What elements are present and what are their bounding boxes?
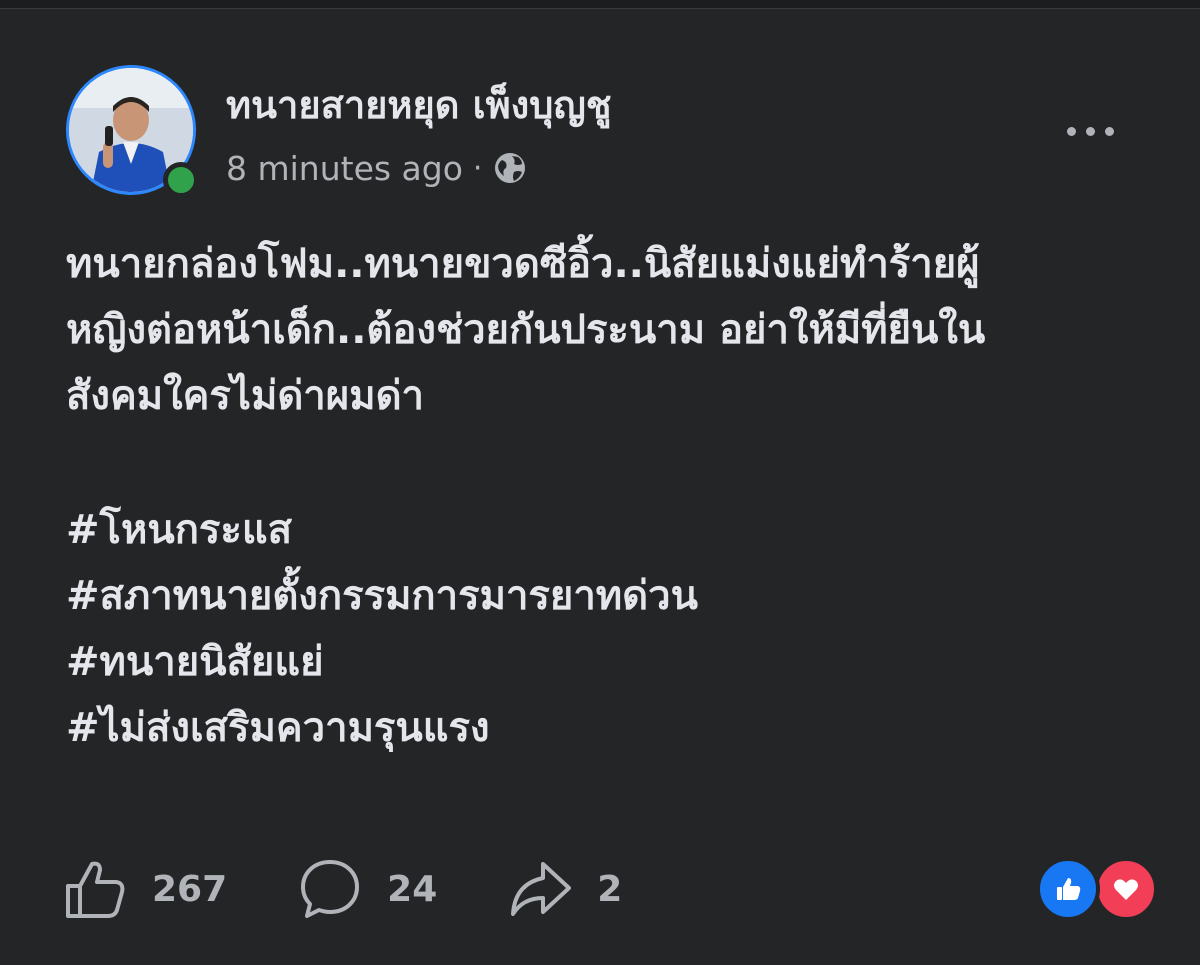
post-text: ทนายกล่องโฟม..ทนายขวดซีอิ้ว..นิสัยแม่งแย…	[66, 231, 1156, 429]
hashtag-link[interactable]: #ทนายนิสัยแย่	[66, 629, 698, 695]
hashtag-link[interactable]: #ไม่ส่งเสริมความรุนแรง	[66, 695, 698, 761]
post-text-line: สังคมใครไม่ด่าผมด่า	[66, 373, 425, 419]
comment-icon	[301, 860, 360, 918]
author-name[interactable]: ทนายสายหยุด เพ็งบุญชู	[226, 81, 612, 129]
post-text-line: ทนายกล่องโฟม..ทนายขวดซีอิ้ว..นิสัยแม่งแย…	[66, 241, 980, 287]
comment-count: 24	[387, 868, 438, 910]
post-timestamp[interactable]: 8 minutes ago	[226, 149, 463, 188]
more-options-button[interactable]	[1050, 103, 1130, 159]
globe-icon[interactable]	[492, 150, 528, 186]
post-meta: 8 minutes ago ·	[226, 147, 528, 189]
hashtag-list: #โหนกระแส #สภาทนายตั้งกรรมการมารยาทด่วน …	[66, 497, 698, 761]
online-status-indicator	[163, 162, 199, 198]
hashtag-link[interactable]: #โหนกระแส	[66, 497, 698, 563]
author-avatar-container[interactable]	[66, 65, 199, 198]
reaction-summary[interactable]	[1036, 857, 1160, 921]
more-dot	[1104, 126, 1114, 136]
like-count: 267	[152, 868, 228, 910]
top-divider	[0, 0, 1200, 9]
post-actions: 267 24 2	[62, 854, 692, 924]
share-count: 2	[597, 868, 623, 910]
like-reaction-icon	[1036, 857, 1100, 921]
love-reaction-icon	[1094, 857, 1158, 921]
post-text-line: หญิงต่อหน้าเด็ก..ต้องช่วยกันประนาม อย่าใ…	[66, 307, 986, 353]
post-card: ทนายสายหยุด เพ็งบุญชู 8 minutes ago · ทน…	[0, 9, 1200, 965]
more-dot	[1066, 126, 1076, 136]
meta-separator: ·	[472, 150, 483, 186]
like-button[interactable]: 267	[62, 856, 227, 922]
more-dot	[1085, 126, 1095, 136]
share-button[interactable]: 2	[507, 856, 622, 922]
hashtag-link[interactable]: #สภาทนายตั้งกรรมการมารยาทด่วน	[66, 563, 698, 629]
comment-button[interactable]: 24	[297, 856, 437, 922]
thumbs-up-icon	[66, 861, 125, 918]
share-icon	[511, 862, 572, 916]
